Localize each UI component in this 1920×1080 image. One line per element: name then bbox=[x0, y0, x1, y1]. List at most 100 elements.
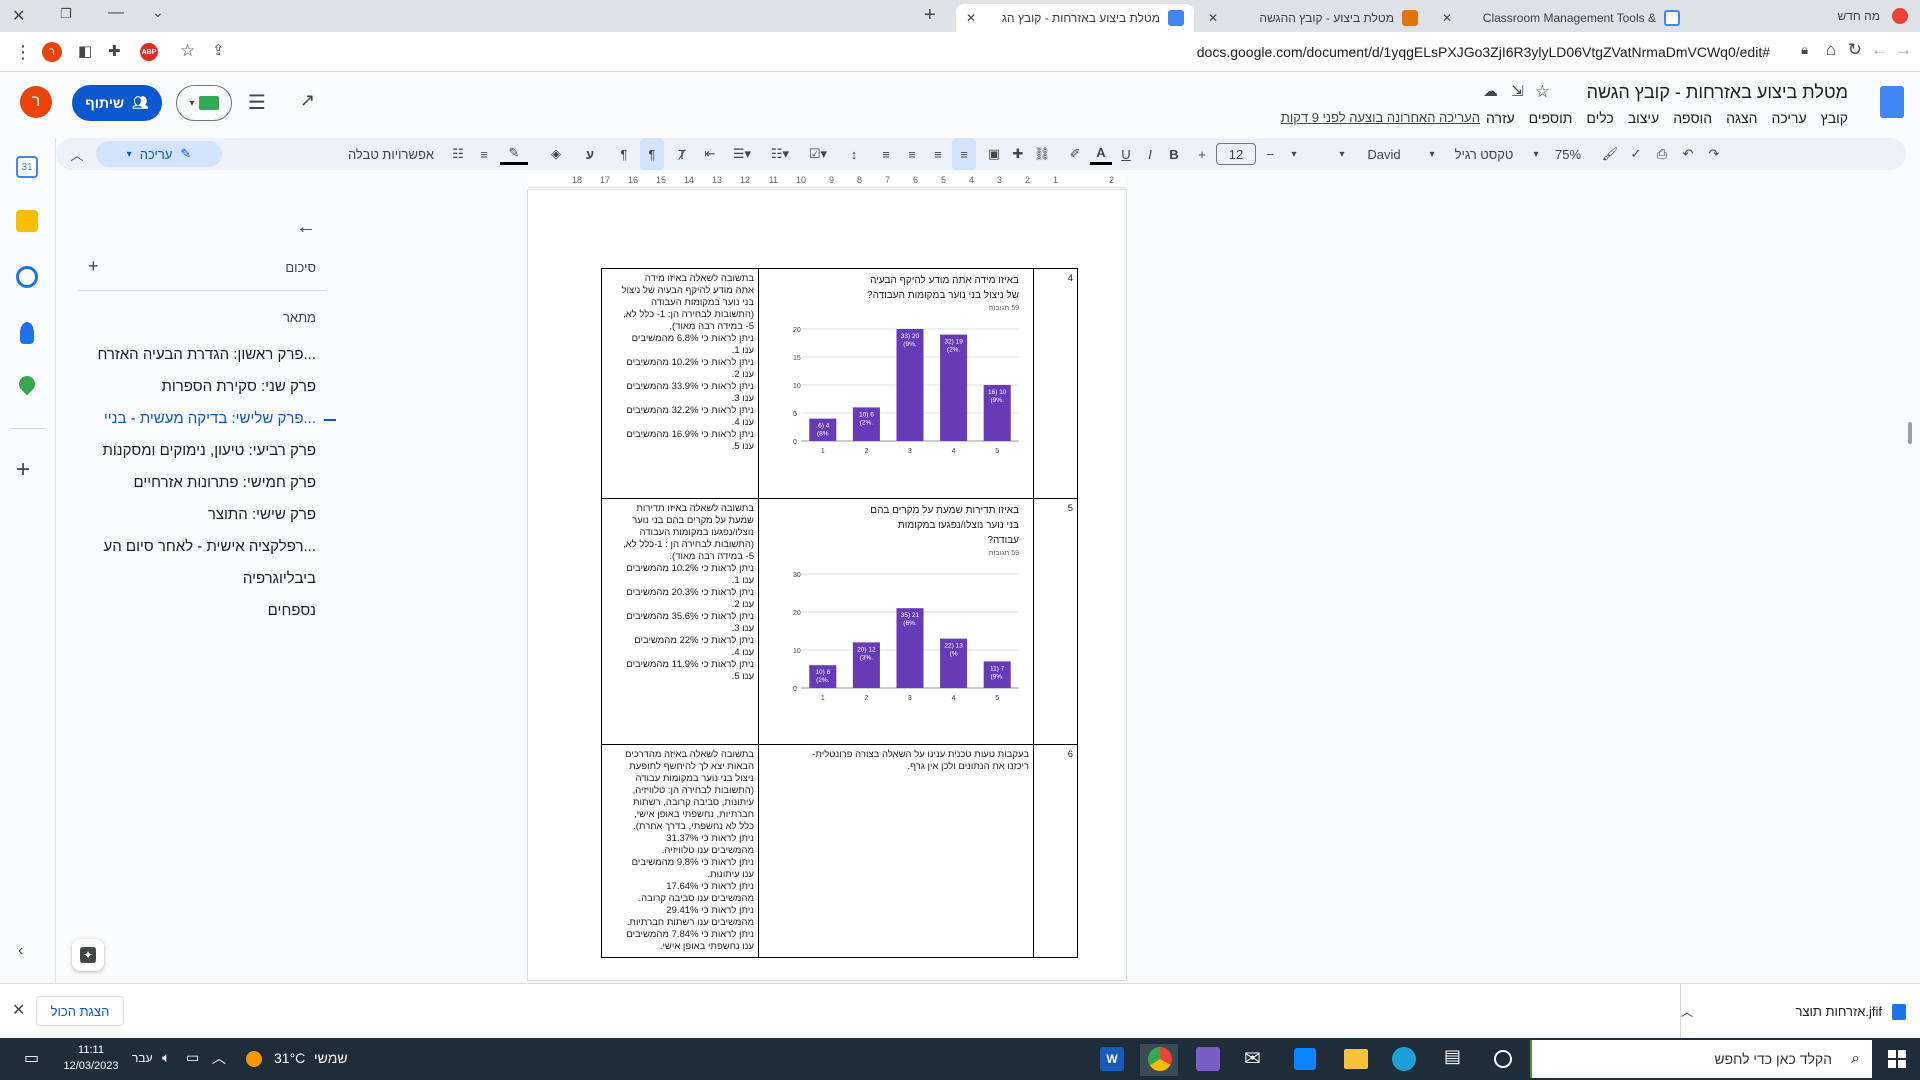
ltr-icon[interactable]: ¶ bbox=[612, 138, 636, 170]
lock-icon[interactable]: 🔒︎ bbox=[1801, 42, 1808, 58]
clear-formatting-icon[interactable]: Ⱦ bbox=[670, 138, 694, 170]
redo-icon[interactable]: ↷ bbox=[1702, 138, 1726, 170]
menu-view[interactable]: הצגה bbox=[1726, 110, 1757, 126]
zoom-dropdown[interactable]: 75% bbox=[1548, 138, 1588, 170]
back-icon[interactable]: → bbox=[1895, 40, 1912, 60]
weather-temp[interactable]: 31°C bbox=[274, 1050, 305, 1066]
account-avatar[interactable]: ר bbox=[20, 86, 52, 118]
restore-window-icon[interactable]: ❐ bbox=[60, 6, 72, 22]
share-button[interactable]: שיתוף 👥︎ bbox=[72, 85, 162, 121]
spellcheck-icon[interactable]: ✓ bbox=[1624, 138, 1648, 170]
align-center-icon[interactable]: ≡ bbox=[926, 138, 950, 170]
answer-cell[interactable]: בתשובה לשאלה באיזה מהדרכים הבאות יצא לך ל… bbox=[601, 744, 759, 958]
adblock-icon[interactable]: ABP bbox=[140, 43, 158, 61]
weather-sun-icon[interactable] bbox=[246, 1051, 262, 1067]
decrease-indent-icon[interactable]: ⇤ bbox=[698, 138, 722, 170]
extensions-icon[interactable]: ✚ bbox=[108, 42, 121, 60]
calendar-icon[interactable]: 31 bbox=[16, 156, 38, 178]
outline-item[interactable]: רפלקציה אישית - לאחר סיום הע... bbox=[103, 538, 316, 555]
tab-classroom[interactable]: ✕ Classroom Management Tools & bbox=[1432, 4, 1690, 32]
maps-icon[interactable] bbox=[15, 372, 39, 396]
menu-addons[interactable]: תוספים bbox=[1529, 110, 1573, 126]
column-border-icon[interactable]: ☷ bbox=[448, 138, 468, 170]
tasks-icon[interactable] bbox=[16, 266, 38, 288]
bulleted-list-icon[interactable]: ☷▾ bbox=[762, 138, 798, 170]
new-tab-icon[interactable]: + bbox=[924, 4, 936, 27]
sidebar-icon[interactable]: ◧ bbox=[78, 42, 92, 60]
bookmark-star-icon[interactable]: ☆ bbox=[180, 41, 195, 61]
font-size-field[interactable]: 12 bbox=[1216, 143, 1256, 165]
windows-start-icon[interactable] bbox=[1888, 1050, 1906, 1068]
dropdown-arrow-icon[interactable]: ▾ bbox=[1422, 138, 1442, 170]
answer-cell[interactable]: בתשובה לשאלה באיזו תדירות שמעת על מקרים ב… bbox=[601, 498, 759, 745]
outline-item[interactable]: פרק רביעי: טיעון, נימוקים ומסקנות bbox=[102, 442, 316, 459]
outline-item[interactable]: פרק שישי: התוצר bbox=[208, 506, 316, 523]
tab-search-icon[interactable]: ⌄ bbox=[152, 4, 164, 21]
close-tab-icon[interactable]: ✕ bbox=[1208, 11, 1218, 25]
profile-avatar-icon[interactable]: ר bbox=[42, 42, 62, 62]
insert-link-icon[interactable]: ⛓ bbox=[1032, 138, 1052, 170]
clock[interactable]: 11:11 12/03/2023 bbox=[56, 1042, 126, 1074]
bold-icon[interactable]: B bbox=[1164, 138, 1184, 170]
network-icon[interactable]: ▭ bbox=[186, 1049, 199, 1066]
hebrew-bold-icon[interactable]: ע bbox=[578, 138, 602, 170]
dropdown-arrow-icon[interactable]: ▾ bbox=[1332, 138, 1352, 170]
taskbar-search-box[interactable]: הקלד כאן כדי לחפש ⌕ bbox=[1532, 1040, 1872, 1078]
menu-dots-icon[interactable]: ⋮ bbox=[14, 42, 32, 63]
tab-submission-doc[interactable]: ✕ מטלת ביצוע - קובץ ההגשה bbox=[1198, 4, 1428, 32]
question-number-cell[interactable]: 4 bbox=[1033, 268, 1078, 499]
url-field[interactable]: docs.google.com/document/d/1yqgELsPXJGo3… bbox=[1197, 44, 1770, 60]
tab-active-doc[interactable]: ✕ מטלת ביצוע באזרחות - קובץ הג bbox=[956, 4, 1194, 32]
volume-icon[interactable]: 🔈︎ bbox=[162, 1049, 170, 1066]
hide-side-panel-icon[interactable]: ‹ bbox=[18, 942, 23, 960]
outline-item[interactable]: פרק שלישי: בדיקה מעשית - בניי... bbox=[104, 410, 316, 427]
outline-item[interactable]: פרק שני: סקירת הספרות bbox=[162, 378, 317, 395]
scrollbar-thumb[interactable] bbox=[1908, 422, 1912, 444]
store-icon[interactable] bbox=[1294, 1048, 1316, 1070]
menu-format[interactable]: עיצוב bbox=[1628, 110, 1659, 126]
get-addons-icon[interactable]: + bbox=[16, 456, 30, 484]
underline-icon[interactable]: U bbox=[1116, 138, 1136, 170]
outline-item[interactable]: נספחים bbox=[268, 602, 316, 619]
star-icon[interactable]: ☆ bbox=[1535, 82, 1550, 102]
print-icon[interactable]: ⎙ bbox=[1650, 138, 1674, 170]
visual-studio-icon[interactable] bbox=[1196, 1047, 1220, 1071]
menu-file[interactable]: קובץ bbox=[1821, 110, 1848, 126]
ruler[interactable]: 2 1 2 3 4 5 6 7 8 9 10 11 12 13 14 15 16 17 18 bbox=[528, 174, 1126, 188]
undo-icon[interactable]: ↶ bbox=[1676, 138, 1700, 170]
whats-new-label[interactable]: מה חדש bbox=[1838, 9, 1881, 23]
menu-help[interactable]: עזרה bbox=[1486, 110, 1515, 126]
close-download-bar-icon[interactable]: ✕ bbox=[12, 1000, 25, 1020]
dropdown-arrow-icon[interactable]: ▾ bbox=[1282, 138, 1306, 170]
question-chart-cell[interactable]: באיזו תדירות שמעת על מקרים בהם בני נוער … bbox=[758, 498, 1034, 745]
answer-cell[interactable]: בתשובה לשאלה באיזו מידה אתה מודע להיקף הב… bbox=[601, 268, 759, 499]
close-outline-back-icon[interactable]: ← bbox=[296, 216, 316, 239]
task-view-icon[interactable]: ▤ bbox=[1444, 1046, 1461, 1067]
collapse-menus-icon[interactable]: ︿ bbox=[64, 138, 90, 170]
checklist-icon[interactable]: ☑▾ bbox=[800, 138, 836, 170]
add-summary-icon[interactable]: + bbox=[88, 256, 99, 277]
tray-chevron-icon[interactable]: ︿ bbox=[212, 1048, 226, 1068]
close-tab-icon[interactable]: ✕ bbox=[966, 11, 976, 25]
forward-icon[interactable]: ← bbox=[1871, 40, 1888, 60]
weather-text[interactable]: שמשי bbox=[314, 1050, 348, 1066]
menu-insert[interactable]: הוספה bbox=[1673, 110, 1712, 126]
question-chart-cell[interactable]: באיזו מידה אתה מודע להיקף הבעיה של ניצול… bbox=[758, 268, 1034, 499]
insert-image-icon[interactable]: ▣ bbox=[984, 138, 1004, 170]
italic-icon[interactable]: I bbox=[1140, 138, 1160, 170]
background-color-icon[interactable]: ◈ bbox=[544, 138, 568, 170]
comments-icon[interactable]: ☰ bbox=[248, 90, 266, 115]
menu-tools[interactable]: כלים bbox=[1586, 110, 1613, 126]
menu-edit[interactable]: עריכה bbox=[1771, 110, 1806, 126]
border-weight-icon[interactable]: ≡ bbox=[474, 138, 494, 170]
explore-button[interactable]: ✦ bbox=[72, 939, 104, 971]
outline-item[interactable]: ביבליוגרפיה bbox=[243, 570, 316, 587]
add-comment-icon[interactable]: ✚ bbox=[1008, 138, 1028, 170]
align-justify-icon[interactable]: ≡ bbox=[874, 138, 898, 170]
mail-icon[interactable]: ✉ bbox=[1244, 1046, 1261, 1071]
increase-font-icon[interactable]: + bbox=[1192, 138, 1212, 170]
line-spacing-icon[interactable]: ↕ bbox=[842, 138, 866, 170]
table-options-button[interactable]: אפשרויות טבלה bbox=[346, 138, 436, 170]
meet-button[interactable]: ▾ bbox=[176, 85, 232, 121]
close-window-icon[interactable]: ✕ bbox=[12, 6, 25, 26]
